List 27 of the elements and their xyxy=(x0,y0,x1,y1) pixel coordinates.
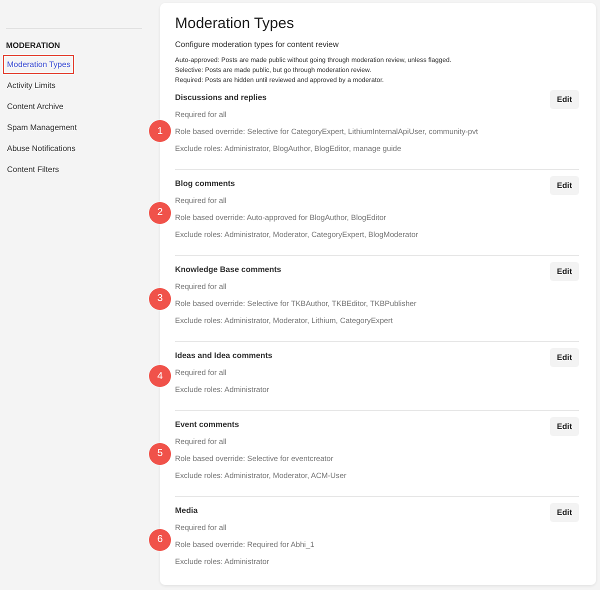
number-badge: 3 xyxy=(149,288,171,310)
sidebar-item[interactable]: Content Archive xyxy=(3,97,68,116)
sidebar-item[interactable]: Content Filters xyxy=(3,160,64,179)
number-badge: 5 xyxy=(149,442,171,464)
edit-button[interactable]: Edit xyxy=(550,176,579,195)
section-title: Blog comments xyxy=(175,179,236,188)
sidebar-item[interactable]: Spam Management xyxy=(3,118,81,137)
section-title: Ideas and Idea comments xyxy=(175,351,272,360)
number-badge: 4 xyxy=(149,365,171,387)
section-title: Knowledge Base comments xyxy=(175,265,282,274)
edit-button[interactable]: Edit xyxy=(550,262,579,281)
section-heading: MODERATION xyxy=(6,41,62,50)
edit-button[interactable]: Edit xyxy=(550,348,579,367)
section-title: Media xyxy=(175,506,199,515)
number-badge: 6 xyxy=(149,528,171,550)
number-badge: 1 xyxy=(149,120,171,142)
section-title: Discussions and replies xyxy=(175,93,268,102)
edit-button[interactable]: Edit xyxy=(550,90,579,109)
sidebar-item[interactable]: Moderation Types xyxy=(3,55,74,74)
section-title: Event comments xyxy=(175,420,240,429)
edit-button[interactable]: Edit xyxy=(550,503,579,522)
number-badge: 2 xyxy=(149,202,171,224)
page-title: Moderation Types xyxy=(175,15,295,32)
edit-button[interactable]: Edit xyxy=(550,417,579,436)
sidebar-item[interactable]: Abuse Notifications xyxy=(3,139,80,158)
page-subtitle: Configure moderation types for content review xyxy=(175,40,340,49)
sidebar-item[interactable]: Activity Limits xyxy=(3,76,60,95)
